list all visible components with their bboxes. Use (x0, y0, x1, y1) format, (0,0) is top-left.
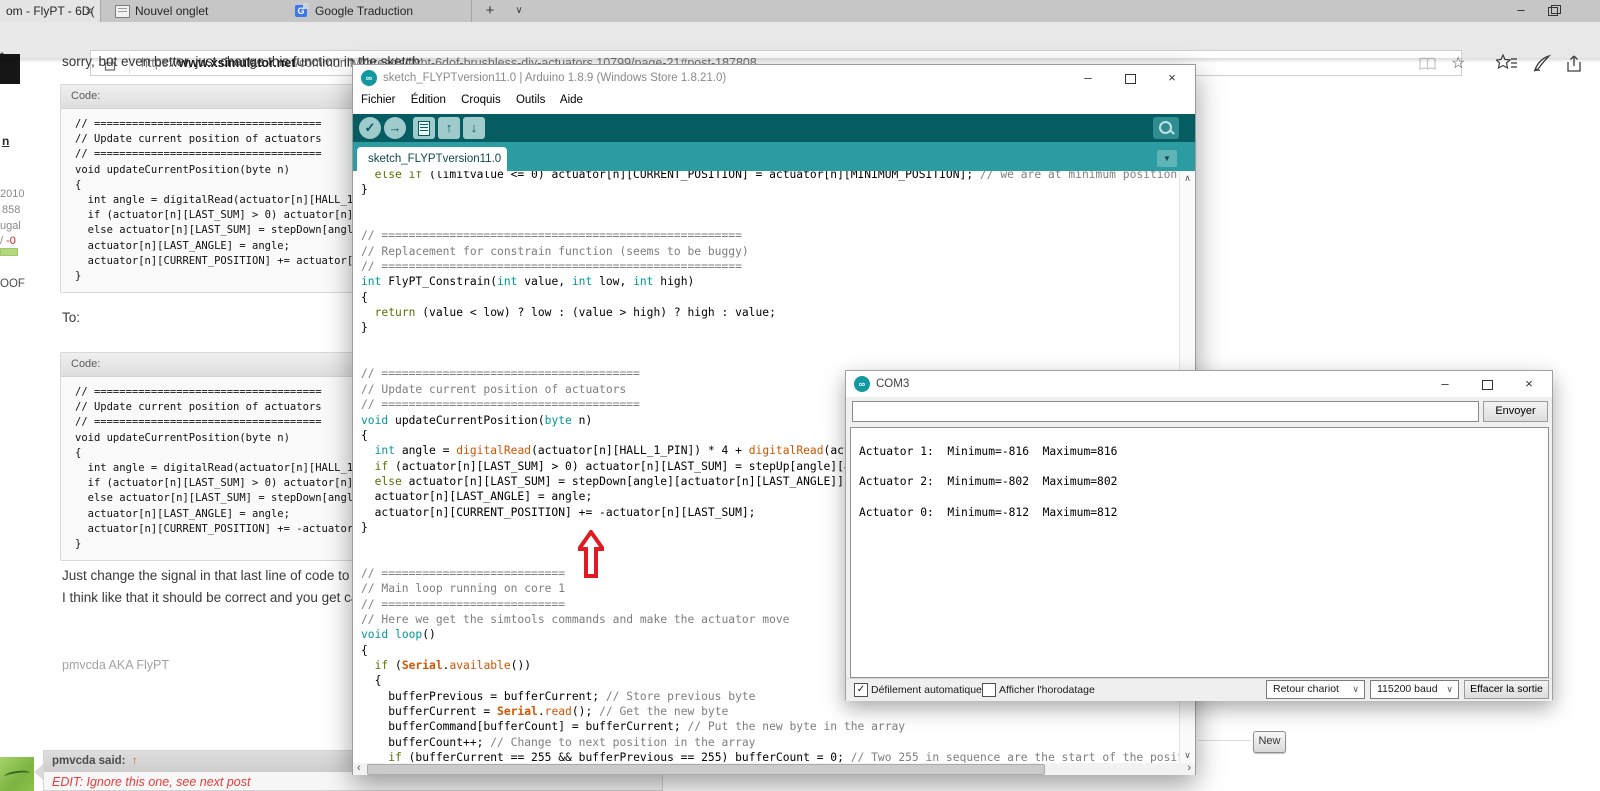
autoscroll-checkbox[interactable]: ✓ (854, 683, 868, 697)
arduino-sketch-tab-strip: sketch_FLYPTversion11.0 ▼ (353, 142, 1195, 171)
post-signature: pmvcda AKA FlyPT (62, 658, 169, 672)
clear-output-button[interactable]: Effacer la sortie (1464, 680, 1549, 699)
toolbar-shadow (0, 58, 1600, 63)
maximize-icon (1482, 380, 1493, 390)
menu-aide[interactable]: Aide (560, 94, 583, 106)
tab-close-icon[interactable]: × (82, 0, 96, 22)
quote-jump-arrow[interactable]: ↑ (132, 755, 138, 767)
send-button[interactable]: Envoyer (1483, 401, 1548, 422)
serial-title-bar[interactable]: ∞ COM3 – × (846, 371, 1552, 397)
reputation-bar (0, 248, 18, 256)
arduino-maximize-button[interactable] (1109, 65, 1151, 91)
tab-label: Nouvel onglet (135, 0, 208, 22)
document-icon (418, 121, 430, 136)
browser-restore-icon[interactable] (1548, 5, 1559, 15)
scroll-right-icon[interactable]: › (1187, 762, 1191, 774)
scroll-left-icon[interactable]: ‹ (357, 762, 361, 774)
open-sketch-button[interactable]: ↑ (438, 117, 460, 139)
ratio-separator: / (0, 235, 3, 247)
tab-google-traduction[interactable]: G Google Traduction (281, 0, 472, 22)
new-posts-button[interactable]: New (1253, 731, 1286, 753)
divider-line (1198, 740, 1250, 741)
tab-flypt-thread[interactable]: om - FlyPT - 6D( × (0, 0, 100, 22)
share-icon[interactable] (1564, 54, 1584, 73)
horizontal-scrollbar[interactable]: ‹ › (353, 763, 1195, 775)
sidebar-message-count: 858 (2, 204, 20, 216)
line-ending-select[interactable]: Retour chariot ∨ (1266, 680, 1365, 699)
serial-minimize-button[interactable]: – (1424, 371, 1466, 397)
tab-nouvel-onglet[interactable]: Nouvel onglet (100, 0, 282, 22)
baud-rate-value: 115200 baud (1377, 683, 1438, 695)
serial-maximize-button[interactable] (1466, 371, 1508, 397)
sidebar-rig-fragment: OOF (0, 278, 25, 290)
new-tab-button[interactable]: + (479, 0, 501, 22)
scroll-down-icon[interactable]: ∨ (1180, 750, 1195, 761)
ratio-value: -0 (6, 235, 16, 247)
quote-avatar (0, 757, 34, 791)
favorite-star-icon[interactable]: ☆ (1451, 53, 1465, 73)
arduino-logo-icon: ∞ (854, 376, 870, 392)
line-ending-value: Retour chariot (1273, 683, 1339, 695)
check-icon: ✓ (857, 684, 865, 695)
sidebar-link-fragment[interactable]: n (2, 134, 9, 148)
save-sketch-button[interactable]: ↓ (463, 117, 485, 139)
maximize-icon (1125, 74, 1136, 84)
menu-fichier[interactable]: Fichier (361, 94, 396, 106)
scroll-up-icon[interactable]: ∧ (1180, 173, 1195, 184)
quote-author-said: pmvcda said: (52, 755, 126, 767)
chevron-down-icon: ∨ (1446, 681, 1453, 698)
serial-input-field[interactable] (852, 401, 1479, 422)
tab-list-chevron-icon[interactable]: ∨ (508, 0, 530, 22)
new-tab-page-icon (115, 5, 130, 18)
browser-minimize-button[interactable]: – (1502, 0, 1540, 22)
browser-address-bar: https://www.xsimulator.net/community/thr… (0, 22, 1600, 58)
arduino-logo-icon: ∞ (361, 70, 377, 86)
serial-window-title: COM3 (876, 378, 909, 390)
serial-bottom-bar: ✓ Défilement automatique Afficher l'horo… (846, 678, 1552, 701)
serial-output: Actuator 1: Minimum=-816 Maximum=816 Act… (850, 427, 1549, 678)
tab-dropdown-icon[interactable]: ▼ (1157, 150, 1177, 167)
to-label: To: (62, 310, 80, 325)
sidebar-location-fragment: ugal (0, 220, 21, 232)
favorites-list-icon[interactable] (1496, 54, 1518, 72)
menu-edition[interactable]: Édition (411, 94, 446, 106)
quote-pointer (34, 764, 43, 780)
arduino-minimize-button[interactable]: – (1067, 65, 1109, 91)
timestamp-label: Afficher l'horodatage (999, 684, 1095, 696)
scrollbar-thumb[interactable] (367, 764, 1045, 775)
sketch-tab[interactable]: sketch_FLYPTversion11.0 (357, 147, 507, 171)
web-note-pen-icon[interactable] (1532, 54, 1552, 73)
chevron-down-icon: ∨ (1352, 681, 1359, 698)
arduino-menu-bar: Fichier Édition Croquis Outils Aide (361, 94, 595, 106)
new-sketch-button[interactable] (413, 117, 435, 139)
google-translate-icon: G (295, 5, 307, 17)
post-comment-line-2: I think like that it should be correct a… (62, 590, 384, 605)
magnifier-icon (1159, 121, 1172, 134)
red-annotation-arrow (578, 530, 604, 578)
tab-label: Google Traduction (315, 0, 413, 22)
serial-monitor-button[interactable] (1153, 117, 1179, 139)
upload-button[interactable]: → (384, 117, 406, 139)
sidebar-ratio-fragment: / -0 (0, 235, 16, 247)
arduino-close-button[interactable]: × (1151, 65, 1193, 91)
timestamp-checkbox[interactable] (982, 683, 996, 697)
autoscroll-label: Défilement automatique (871, 684, 982, 696)
verify-button[interactable]: ✓ (359, 117, 381, 139)
menu-croquis[interactable]: Croquis (461, 94, 501, 106)
serial-close-button[interactable]: × (1508, 371, 1550, 397)
sidebar-joined-year: 2010 (0, 188, 24, 200)
arduino-toolbar: ✓ → ↑ ↓ (353, 114, 1195, 142)
serial-monitor-window: ∞ COM3 – × Envoyer Actuator 1: Minimum=-… (845, 370, 1553, 700)
post-comment-line-1: Just change the signal in that last line… (62, 568, 382, 583)
arduino-window-title: sketch_FLYPTversion11.0 | Arduino 1.8.9 … (383, 72, 726, 84)
arduino-title-bar[interactable]: ∞ sketch_FLYPTversion11.0 | Arduino 1.8.… (353, 65, 1195, 91)
baud-rate-select[interactable]: 115200 baud ∨ (1370, 680, 1459, 699)
menu-outils[interactable]: Outils (516, 94, 545, 106)
browser-tab-strip: om - FlyPT - 6D( × Nouvel onglet G Googl… (0, 0, 1600, 22)
